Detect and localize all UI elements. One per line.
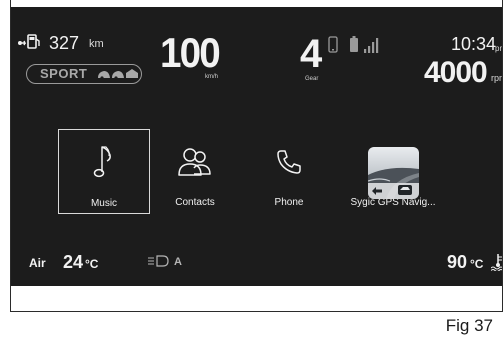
app-tile-phone[interactable]: Phone: [243, 129, 335, 214]
phone-connection-icon: [328, 36, 338, 53]
speed-unit: km/h: [205, 74, 219, 80]
app-tile-contacts[interactable]: Contacts: [149, 129, 241, 214]
app-tile-music[interactable]: Music: [58, 129, 150, 214]
speed-value: 100: [160, 29, 221, 76]
app-label-music: Music: [90, 198, 118, 209]
air-label: Air: [29, 256, 46, 270]
sygic-gps-app-icon[interactable]: [368, 147, 419, 199]
coolant-temperature-unit: °C: [470, 257, 484, 271]
fan-mode-label: A: [174, 256, 182, 268]
drive-mode-label: SPORT: [40, 66, 88, 81]
gear-value: 4: [300, 32, 323, 76]
clock-ampm: pm: [495, 44, 502, 53]
phone-handset-icon: [277, 150, 301, 174]
battery-icon: [350, 36, 358, 52]
coolant-temperature-value: 90: [447, 252, 468, 272]
infotainment-screen: 327 km SPORT 100 km/h 4 Gear 10:34 pm 40…: [11, 7, 502, 286]
gear-label: Gear: [305, 76, 319, 82]
app-label-contacts: Contacts: [175, 197, 215, 208]
coolant-temperature-icon: [491, 254, 502, 271]
app-label-phone: Phone: [274, 197, 304, 208]
air-temperature-value: 24: [63, 252, 84, 272]
rpm-unit: rpm: [491, 73, 502, 83]
range-unit: km: [89, 38, 104, 50]
clock-time: 10:34: [451, 34, 497, 54]
rpm-value: 4000: [424, 56, 488, 89]
figure-caption: Fig 37: [445, 316, 493, 335]
signal-strength-icon: [364, 38, 379, 53]
contacts-icon: [178, 148, 211, 176]
auto-fan-icon: [148, 255, 169, 267]
range-value: 327: [49, 33, 80, 53]
driver-assist-icons: [98, 69, 138, 80]
air-temperature-unit: °C: [85, 257, 99, 271]
music-note-icon: [93, 146, 111, 178]
fuel-pump-icon: [18, 34, 40, 49]
